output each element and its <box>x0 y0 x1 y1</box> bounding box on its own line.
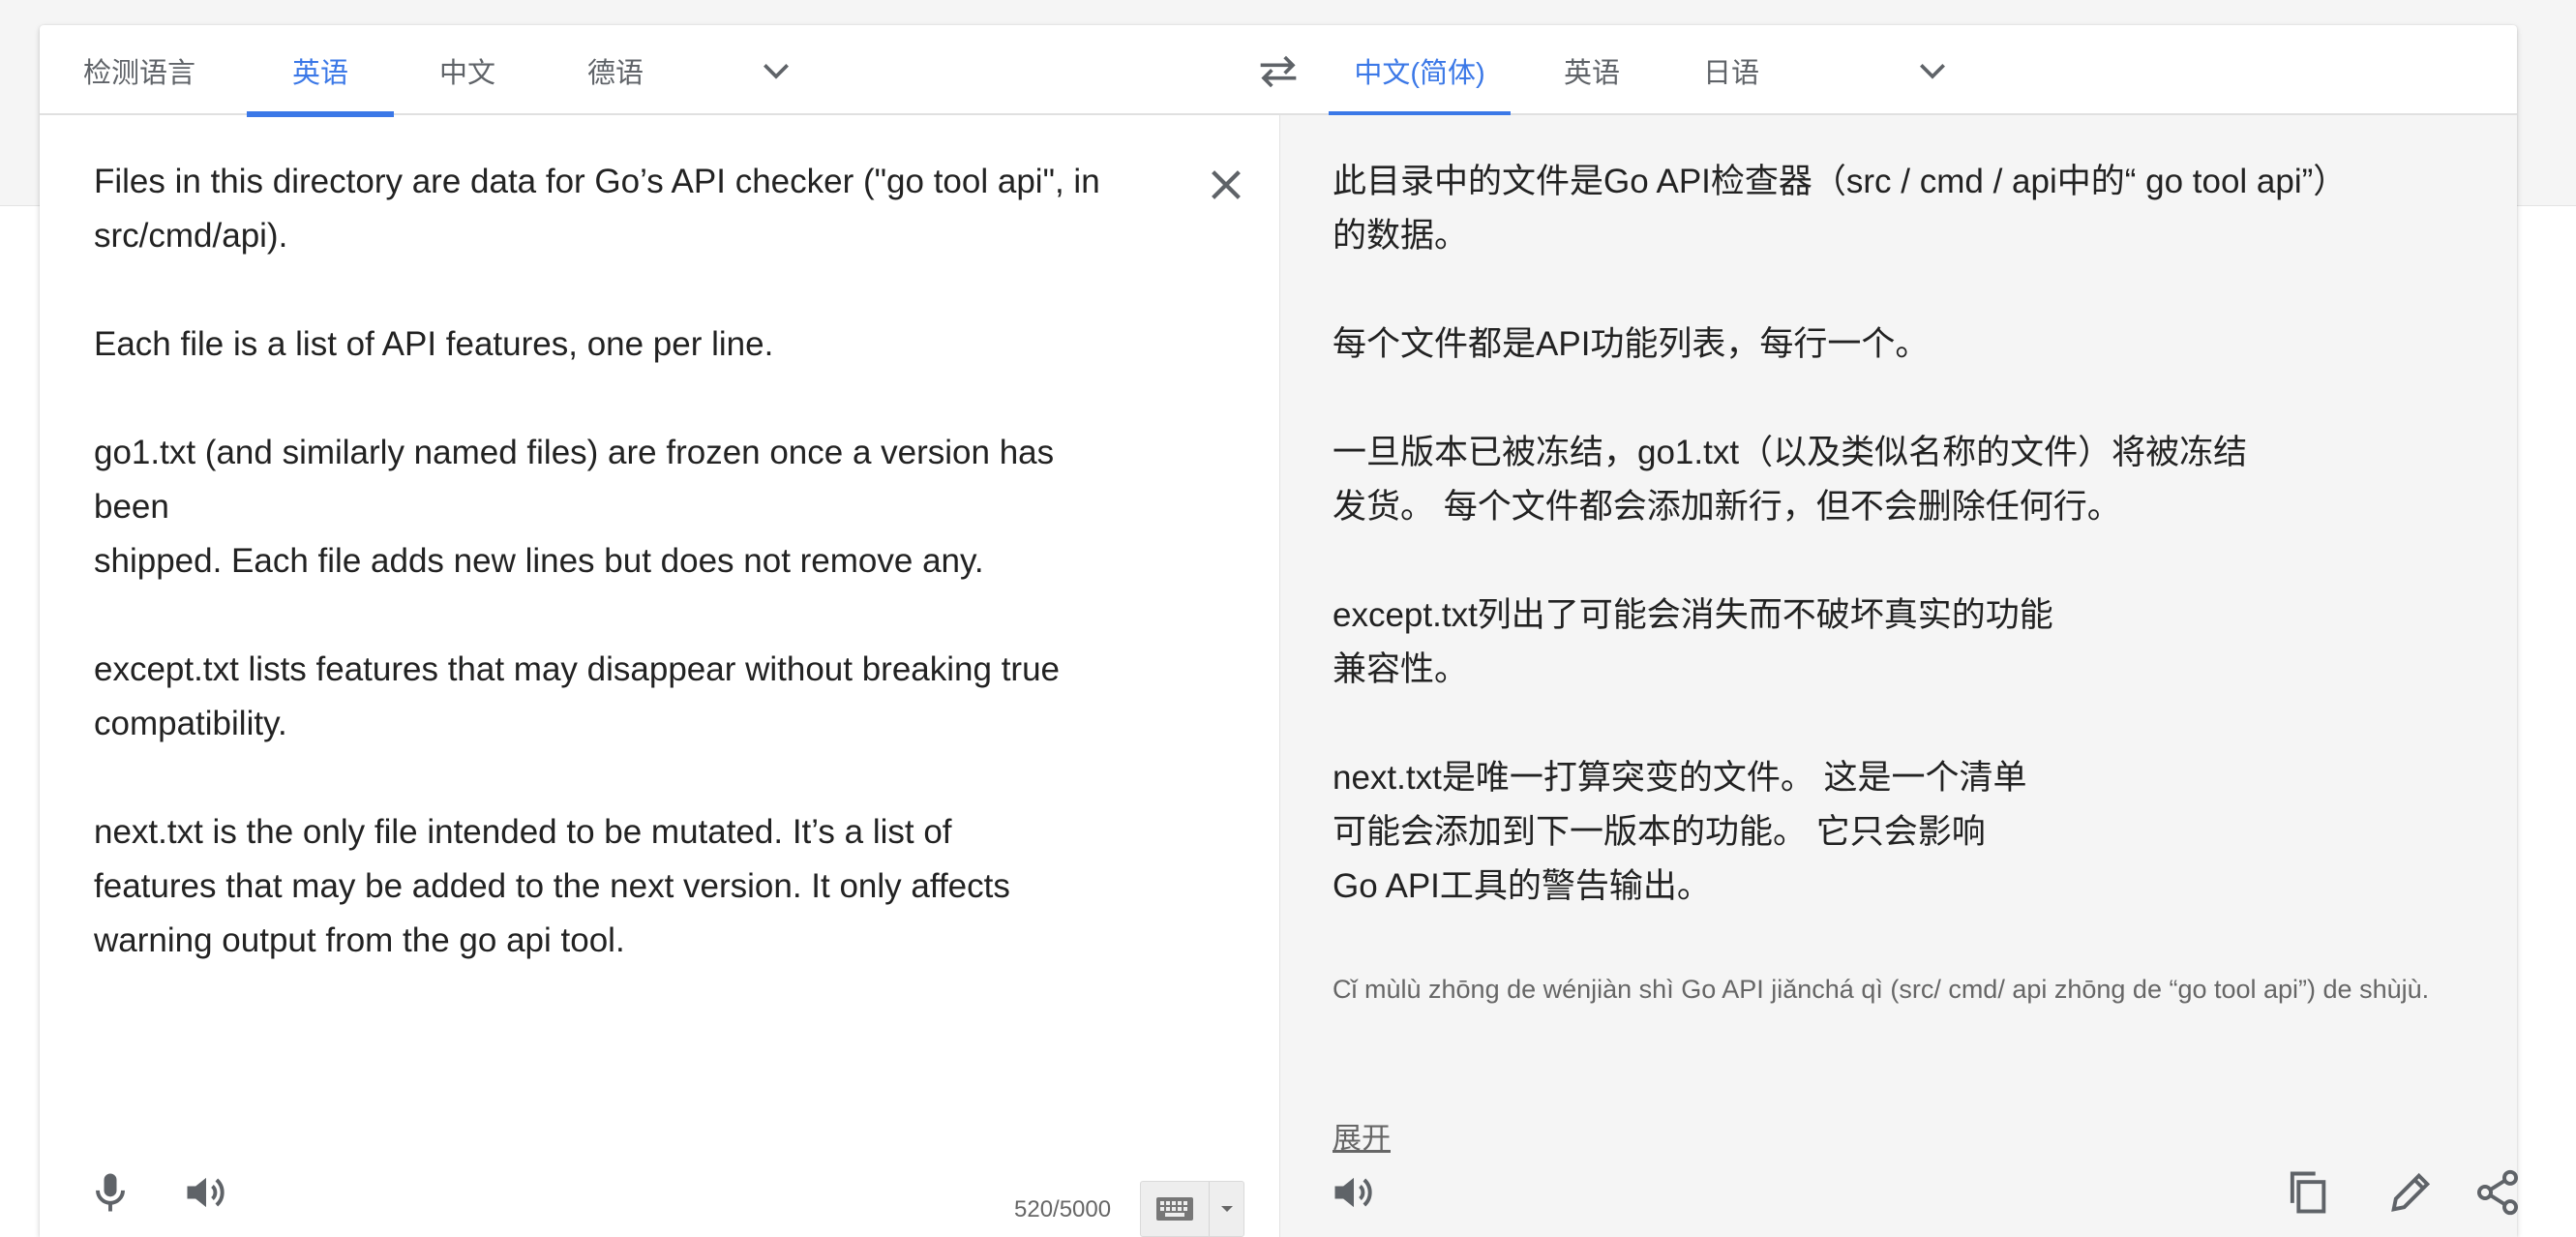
close-icon[interactable] <box>1204 163 1248 207</box>
source-line: features that may be added to the next v… <box>94 867 1010 905</box>
source-line: been <box>94 488 169 526</box>
speaker-icon[interactable] <box>181 1167 231 1218</box>
source-line: warning output from the go api tool. <box>94 921 625 959</box>
translated-line: next.txt是唯一打算突变的文件。 这是一个清单 <box>1333 759 2027 797</box>
expand-link[interactable]: 展开 <box>1333 1114 1391 1157</box>
source-line: compatibility. <box>94 705 287 742</box>
translated-line: 的数据。 <box>1333 217 1469 255</box>
translated-text: 此目录中的文件是Go API检查器（src / cmd / api中的“ go … <box>1333 155 2484 914</box>
romanization-text: Cǐ mùlù zhōng de wénjiàn shì Go API jiǎn… <box>1333 975 2430 1004</box>
tab-source-english[interactable]: 英语 <box>247 25 394 117</box>
character-counter: 520/5000 <box>1014 1196 1112 1222</box>
tab-target-english[interactable]: 英语 <box>1532 25 1652 115</box>
keyboard-icon <box>1156 1197 1193 1221</box>
language-bar: 检测语言 英语 中文 德语 中文(简体) 英语 日语 <box>40 25 2517 117</box>
chevron-down-icon[interactable] <box>1913 52 1952 91</box>
source-line: except.txt lists features that may disap… <box>94 650 1061 688</box>
source-line: Each file is a list of API features, one… <box>94 325 774 363</box>
source-line: next.txt is the only file intended to be… <box>94 813 952 851</box>
translated-line: 发货。 每个文件都会添加新行，但不会删除任何行。 <box>1333 488 2121 526</box>
caret-down-icon <box>1220 1206 1233 1212</box>
translate-card: 检测语言 英语 中文 德语 中文(简体) 英语 日语 Files in this… <box>40 25 2519 1237</box>
translated-line: 一旦版本已被冻结，go1.txt（以及类似名称的文件）将被冻结 <box>1333 434 2248 471</box>
share-icon[interactable] <box>2472 1167 2523 1218</box>
chevron-down-icon[interactable] <box>757 52 795 91</box>
tab-source-chinese[interactable]: 中文 <box>404 25 531 115</box>
copy-icon[interactable] <box>2282 1167 2332 1218</box>
translated-line: Go API工具的警告输出。 <box>1333 867 1711 905</box>
source-line: go1.txt (and similarly named files) are … <box>94 434 1055 471</box>
tab-target-japanese[interactable]: 日语 <box>1673 25 1789 115</box>
translated-line: except.txt列出了可能会消失而不破坏真实的功能 <box>1333 596 2053 634</box>
translated-line: 每个文件都是API功能列表，每行一个。 <box>1333 325 1930 363</box>
keyboard-button[interactable] <box>1140 1181 1244 1237</box>
translated-line: 兼容性。 <box>1333 650 1469 688</box>
microphone-icon[interactable] <box>85 1167 135 1218</box>
source-line: Files in this directory are data for Go’… <box>94 163 1100 200</box>
speaker-icon[interactable] <box>1329 1167 1379 1218</box>
tab-detect-language[interactable]: 检测语言 <box>40 25 239 115</box>
keyboard-icon-button[interactable] <box>1141 1182 1209 1236</box>
source-line: shipped. Each file adds new lines but do… <box>94 542 984 580</box>
translated-line: 此目录中的文件是Go API检查器（src / cmd / api中的“ go … <box>1333 163 2348 200</box>
translated-line: 可能会添加到下一版本的功能。 它只会影响 <box>1333 813 1986 851</box>
swap-icon[interactable] <box>1254 52 1303 91</box>
edit-icon[interactable] <box>2385 1167 2436 1218</box>
tab-source-german[interactable]: 德语 <box>553 25 678 115</box>
keyboard-dropdown[interactable] <box>1209 1182 1243 1236</box>
source-text[interactable]: Files in this directory are data for Go’… <box>94 155 1178 968</box>
source-line: src/cmd/api). <box>94 217 288 255</box>
tab-target-chinese-simplified[interactable]: 中文(简体) <box>1329 25 1511 117</box>
